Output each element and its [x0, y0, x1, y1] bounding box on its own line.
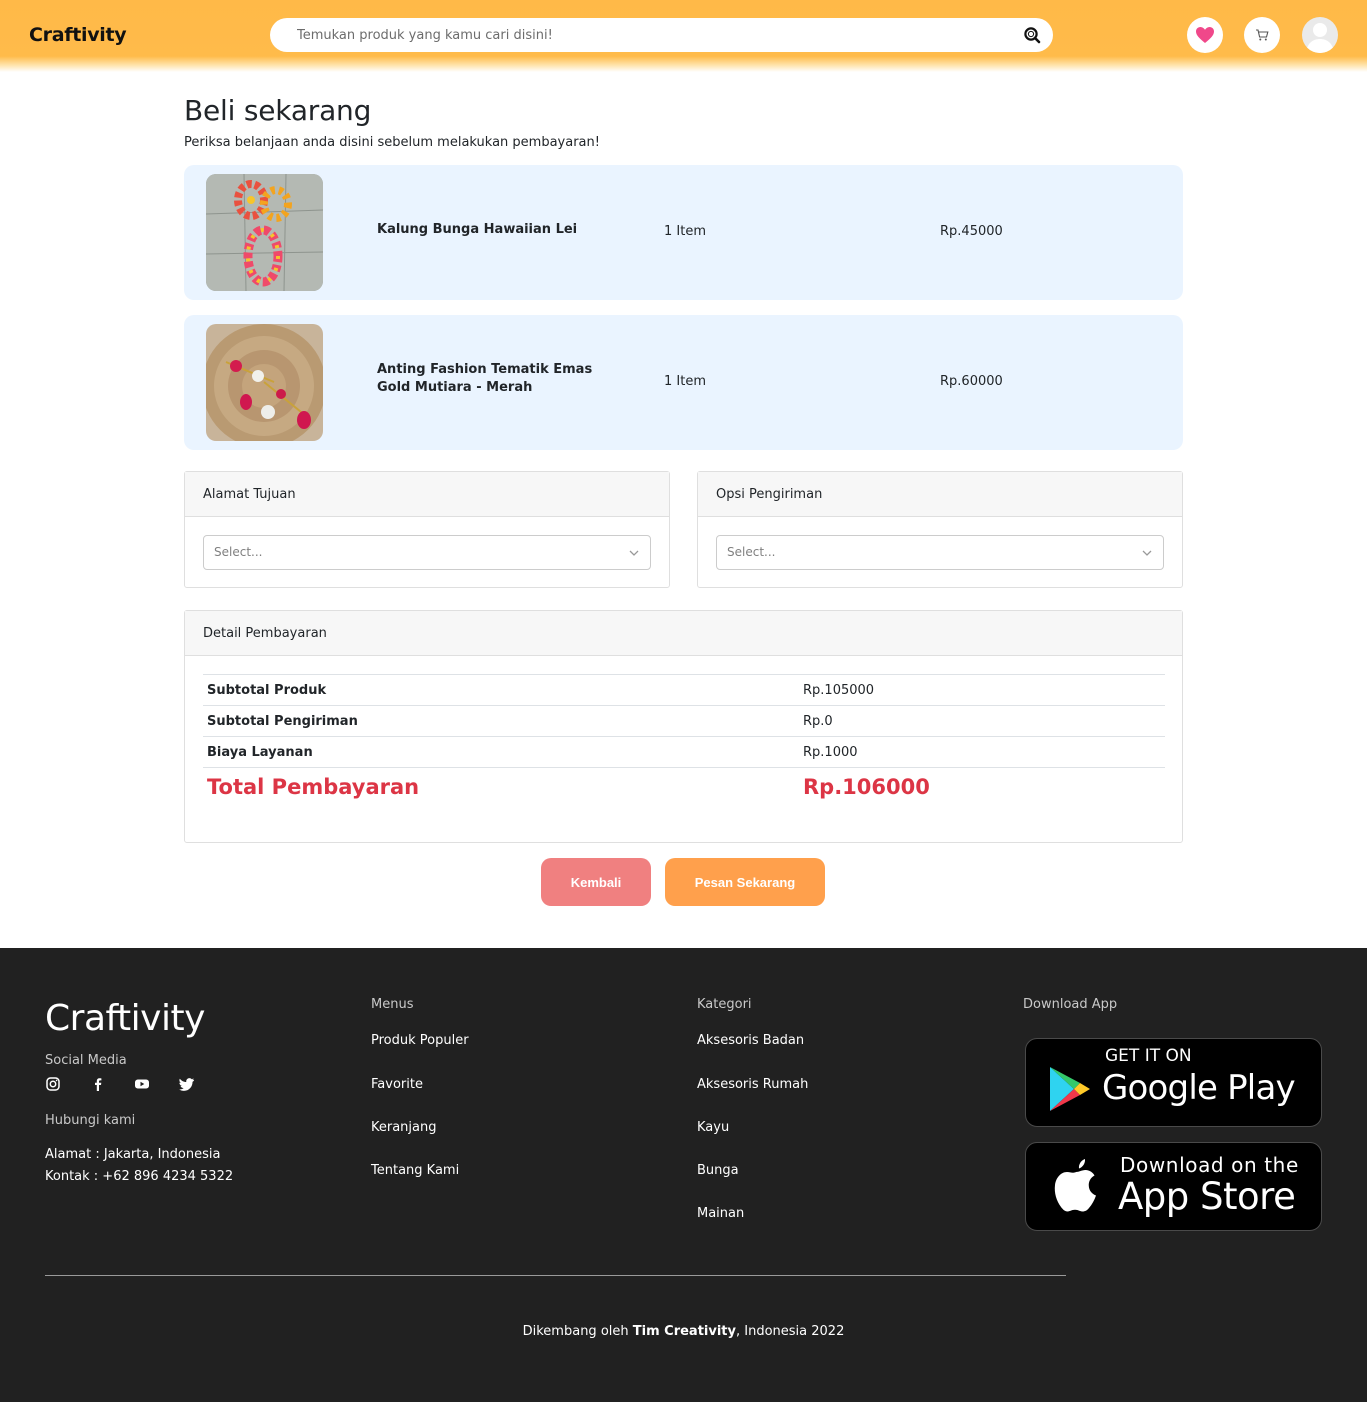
footer-category-toys[interactable]: Mainan [697, 1206, 744, 1221]
credit-suffix: , Indonesia 2022 [736, 1324, 845, 1339]
address-card: Alamat Tujuan Select... [184, 471, 670, 588]
footer-credit: Dikembang oleh Tim Creativity, Indonesia… [0, 1324, 1367, 1339]
footer-contact: Kontak : +62 896 4234 5322 [45, 1169, 234, 1184]
footer: Craftivity Social Media Hubungi kami Ala… [0, 948, 1367, 1402]
product-price: Rp.60000 [940, 374, 1003, 389]
footer-category-body-accessories[interactable]: Aksesoris Badan [697, 1033, 804, 1048]
chevron-down-icon [1142, 550, 1152, 556]
heart-icon [1196, 27, 1214, 43]
credit-prefix: Dikembang oleh [522, 1324, 633, 1339]
chevron-down-icon [629, 550, 639, 556]
product-quantity: 1 Item [664, 224, 706, 239]
product-item: Kalung Bunga Hawaiian Lei 1 Item Rp.4500… [184, 165, 1183, 300]
address-select[interactable]: Select... [203, 535, 651, 570]
page-subtitle: Periksa belanjaan anda disini sebelum me… [184, 135, 600, 150]
google-play-big-text: Google Play [1102, 1068, 1296, 1108]
app-store-small-text: Download on the [1120, 1153, 1299, 1177]
instagram-icon[interactable] [45, 1076, 61, 1092]
user-icon [1306, 23, 1334, 53]
footer-category-flower[interactable]: Bunga [697, 1163, 739, 1178]
table-row: Biaya Layanan Rp.1000 [203, 736, 1165, 768]
address-select-placeholder: Select... [214, 545, 263, 559]
product-image-necklace [206, 174, 323, 291]
product-image-earring [206, 324, 323, 441]
payment-label: Subtotal Pengiriman [203, 705, 799, 737]
payment-label: Biaya Layanan [203, 736, 799, 768]
payment-card-title: Detail Pembayaran [185, 611, 1182, 656]
shipping-card: Opsi Pengiriman Select... [697, 471, 1183, 588]
footer-divider [45, 1275, 1066, 1276]
avatar[interactable] [1302, 17, 1338, 53]
footer-link-favorite[interactable]: Favorite [371, 1077, 423, 1092]
total-label: Total Pembayaran [203, 767, 799, 806]
categories-heading: Kategori [697, 997, 752, 1012]
footer-brand: Craftivity [45, 998, 205, 1039]
footer-link-popular[interactable]: Produk Populer [371, 1033, 469, 1048]
facebook-icon[interactable] [90, 1076, 106, 1092]
back-button[interactable]: Kembali [541, 858, 651, 906]
shipping-select-placeholder: Select... [727, 545, 776, 559]
order-now-button[interactable]: Pesan Sekarang [665, 858, 825, 906]
product-quantity: 1 Item [664, 374, 706, 389]
total-row: Total Pembayaran Rp.106000 [203, 767, 1165, 806]
payment-table: Subtotal Produk Rp.105000 Subtotal Pengi… [203, 674, 1165, 806]
apple-icon [1054, 1159, 1096, 1212]
search-bar[interactable] [270, 18, 1053, 52]
footer-link-about[interactable]: Tentang Kami [371, 1163, 459, 1178]
cart-button[interactable] [1244, 17, 1280, 53]
payment-detail-card: Detail Pembayaran Subtotal Produk Rp.105… [184, 610, 1183, 843]
download-heading: Download App [1023, 997, 1118, 1012]
search-input[interactable] [297, 24, 997, 46]
page-title: Beli sekarang [184, 94, 372, 127]
favorite-button[interactable] [1187, 17, 1223, 53]
shipping-select[interactable]: Select... [716, 535, 1164, 570]
product-price: Rp.45000 [940, 224, 1003, 239]
top-navbar: Craftivity [0, 0, 1367, 72]
payment-value: Rp.105000 [799, 674, 1165, 706]
youtube-icon[interactable] [134, 1076, 150, 1092]
app-store-big-text: App Store [1118, 1175, 1296, 1218]
table-row: Subtotal Pengiriman Rp.0 [203, 705, 1165, 737]
footer-category-home-accessories[interactable]: Aksesoris Rumah [697, 1077, 808, 1092]
footer-category-wood[interactable]: Kayu [697, 1120, 729, 1135]
product-name: Kalung Bunga Hawaiian Lei [377, 222, 578, 237]
contact-heading: Hubungi kami [45, 1113, 136, 1128]
product-item: Anting Fashion Tematik Emas Gold Mutiara… [184, 315, 1183, 450]
menus-heading: Menus [371, 997, 414, 1012]
cart-icon [1256, 29, 1269, 41]
app-store-badge[interactable]: Download on the App Store [1025, 1142, 1322, 1231]
product-name: Anting Fashion Tematik Emas Gold Mutiara… [377, 362, 593, 395]
payment-value: Rp.0 [799, 705, 1165, 737]
footer-link-cart[interactable]: Keranjang [371, 1120, 437, 1135]
search-icon[interactable] [1022, 26, 1042, 46]
payment-value: Rp.1000 [799, 736, 1165, 768]
total-value: Rp.106000 [799, 767, 1165, 806]
social-heading: Social Media [45, 1053, 127, 1068]
table-row: Subtotal Produk Rp.105000 [203, 674, 1165, 706]
brand-logo[interactable]: Craftivity [29, 24, 127, 46]
google-play-icon [1050, 1067, 1090, 1111]
payment-label: Subtotal Produk [203, 674, 799, 706]
credit-team: Tim Creativity [632, 1324, 736, 1339]
footer-address: Alamat : Jakarta, Indonesia [45, 1147, 221, 1162]
address-card-title: Alamat Tujuan [185, 472, 669, 517]
twitter-icon[interactable] [179, 1076, 195, 1092]
shipping-card-title: Opsi Pengiriman [698, 472, 1182, 517]
google-play-badge[interactable]: GET IT ON Google Play [1025, 1038, 1322, 1127]
google-play-small-text: GET IT ON [1105, 1046, 1192, 1066]
